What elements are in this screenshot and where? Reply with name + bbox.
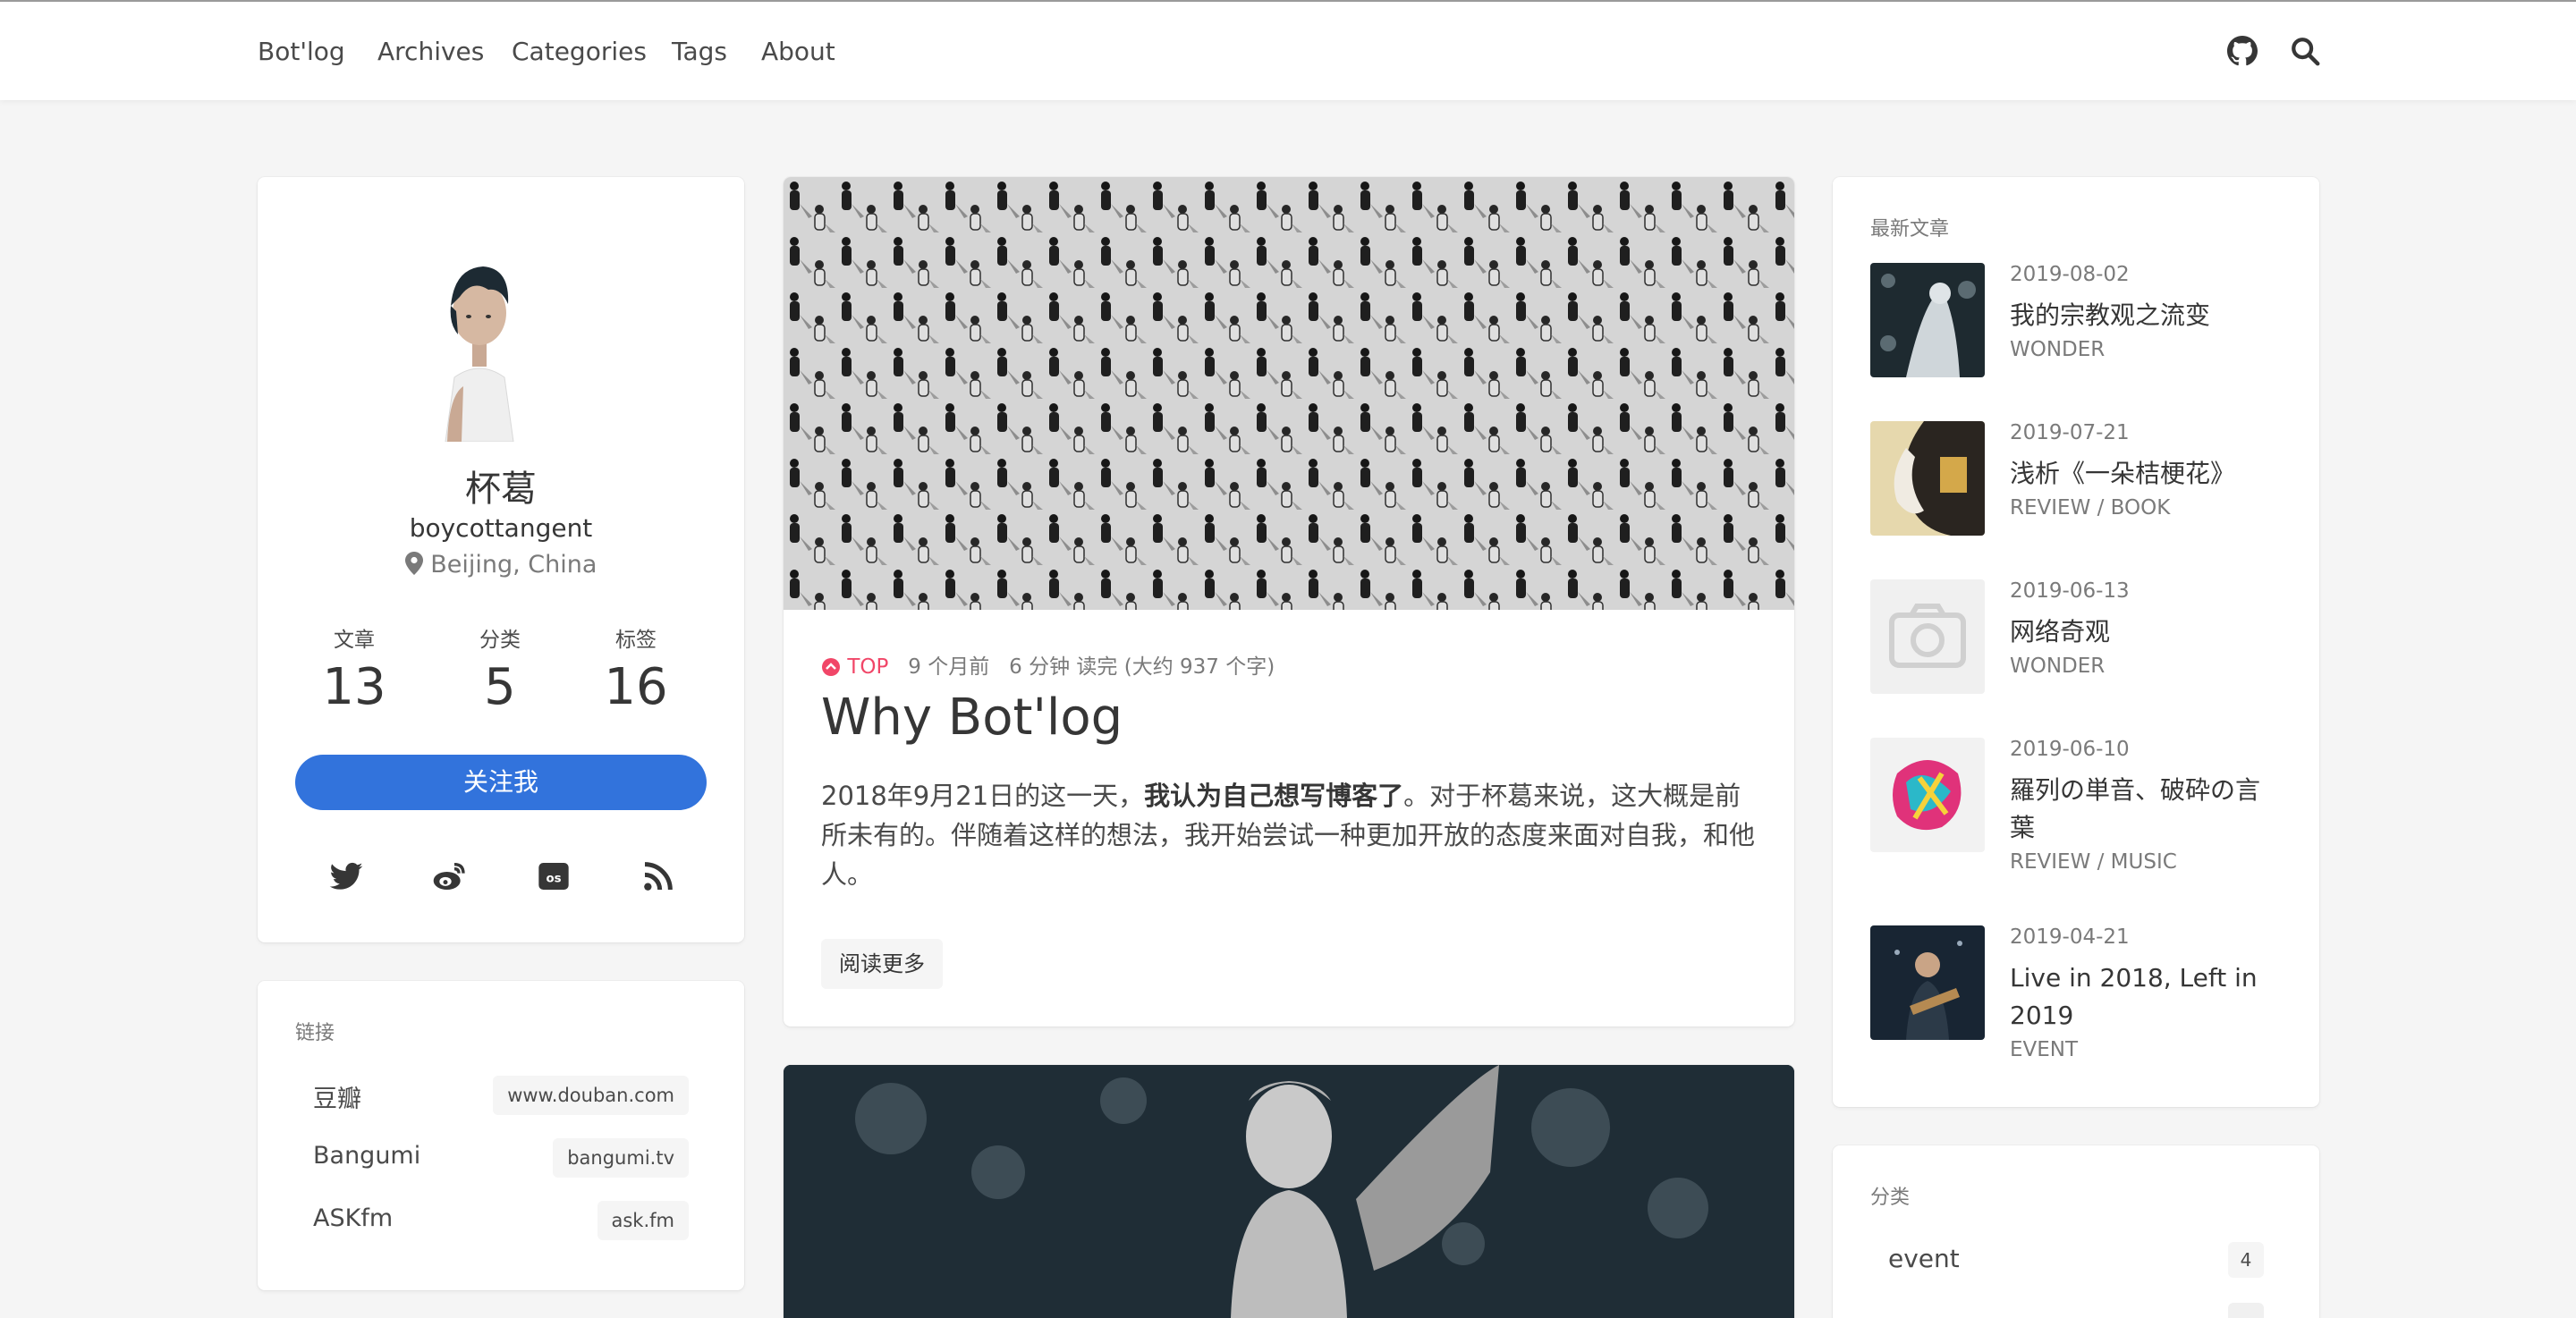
link-url: bangumi.tv xyxy=(553,1138,689,1178)
categories-title: 分类 xyxy=(1870,1187,1911,1209)
article-meta: TOP 9 个月前 6 分钟 读完 (大约 937 个字) xyxy=(821,649,1275,680)
recent-post-item[interactable]: 2019-04-21 Live in 2018, Left in 2019 EV… xyxy=(1870,925,2282,1069)
article-time-ago: 9 个月前 xyxy=(908,655,990,679)
stat-categories[interactable]: 分类 5 xyxy=(446,622,554,716)
recent-post-item[interactable]: 2019-06-10 羅列の単音、破砕の言葉 REVIEW / MUSIC xyxy=(1870,738,2282,881)
stat-label: 分类 xyxy=(479,629,521,652)
camera-placeholder-icon[interactable] xyxy=(1870,579,1985,694)
post-category[interactable]: EVENT xyxy=(2010,1038,2078,1061)
svg-text:os: os xyxy=(546,873,561,886)
category-item-event[interactable]: event 4 xyxy=(1888,1242,2264,1280)
link-url: www.douban.com xyxy=(493,1076,689,1115)
link-url: ask.fm xyxy=(597,1201,689,1240)
article-title[interactable]: Why Bot'log xyxy=(821,689,1123,747)
map-marker-icon xyxy=(404,552,423,575)
post-thumbnail[interactable] xyxy=(1870,738,1985,852)
profile-handle: boycottangent xyxy=(409,513,593,543)
link-douban[interactable]: 豆瓣 www.douban.com xyxy=(313,1076,689,1117)
rss-icon[interactable] xyxy=(640,858,676,894)
twitter-icon[interactable] xyxy=(328,858,364,894)
follow-button[interactable]: 关注我 xyxy=(295,755,707,810)
recent-post-item[interactable]: 2019-08-02 我的宗教观之流变 WONDER xyxy=(1870,263,2282,379)
lastfm-icon[interactable]: os xyxy=(536,858,572,894)
profile-location: Beijing, China xyxy=(258,551,744,579)
weibo-icon[interactable] xyxy=(432,858,468,894)
article-card-2 xyxy=(784,1065,1794,1318)
arrow-up-circle-icon xyxy=(822,658,840,676)
recent-posts-card: 最新文章 2019-08-02 我的宗教观之流变 WONDER 2019-07-… xyxy=(1833,177,2319,1107)
article-excerpt: 2018年9月21日的这一天，我认为自己想写博客了。对于杯葛来说，这大概是前所未… xyxy=(821,776,1760,894)
stat-value: 13 xyxy=(322,658,386,716)
stat-value: 5 xyxy=(484,658,516,716)
excerpt-text: 2018年9月21日的这一天， xyxy=(821,781,1145,811)
post-thumbnail[interactable] xyxy=(1870,925,1985,1040)
article-read-time: 6 分钟 读完 (大约 937 个字) xyxy=(1009,655,1275,679)
article-card: TOP 9 个月前 6 分钟 读完 (大约 937 个字) Why Bot'lo… xyxy=(784,177,1794,1027)
nav-brand[interactable]: Bot'log xyxy=(258,34,345,70)
top-navbar: Bot'log Archives Categories Tags About xyxy=(0,0,2576,100)
category-item[interactable] xyxy=(1888,1303,2264,1318)
link-name: Bangumi xyxy=(313,1142,421,1170)
link-bangumi[interactable]: Bangumi bangumi.tv xyxy=(313,1138,689,1179)
recent-post-item[interactable]: 2019-06-13 网络奇观 WONDER xyxy=(1870,579,2282,696)
excerpt-bold: 我认为自己想写博客了 xyxy=(1144,781,1404,811)
link-name: ASKfm xyxy=(313,1204,394,1232)
nav-categories[interactable]: Categories xyxy=(512,34,647,70)
stat-value: 16 xyxy=(604,658,668,716)
profile-card: 杯葛 boycottangent Beijing, China 文章 13 分类… xyxy=(258,177,744,942)
stat-tags[interactable]: 标签 16 xyxy=(582,622,690,716)
post-date: 2019-07-21 xyxy=(2010,421,2130,444)
read-more-button[interactable]: 阅读更多 xyxy=(821,939,943,989)
article-cover-image[interactable] xyxy=(784,1065,1794,1318)
article-cover-image[interactable] xyxy=(784,177,1794,610)
location-text: Beijing, China xyxy=(430,551,597,579)
post-category[interactable]: REVIEW / BOOK xyxy=(2010,496,2170,520)
nav-archives[interactable]: Archives xyxy=(377,34,484,70)
post-date: 2019-04-21 xyxy=(2010,925,2130,949)
search-icon[interactable] xyxy=(2290,36,2320,66)
links-title: 链接 xyxy=(295,1022,335,1044)
stat-label: 文章 xyxy=(334,629,375,652)
post-title[interactable]: 网络奇观 xyxy=(2010,613,2269,651)
post-date: 2019-06-13 xyxy=(2010,579,2130,603)
top-badge: TOP xyxy=(821,655,895,679)
post-date: 2019-08-02 xyxy=(2010,263,2130,286)
recent-post-item[interactable]: 2019-07-21 浅析《一朵桔梗花》 REVIEW / BOOK xyxy=(1870,421,2282,537)
category-name: event xyxy=(1888,1244,1960,1273)
post-title[interactable]: 羅列の単音、破砕の言葉 xyxy=(2010,772,2269,847)
post-date: 2019-06-10 xyxy=(2010,738,2130,761)
post-thumbnail[interactable] xyxy=(1870,421,1985,536)
post-category[interactable]: REVIEW / MUSIC xyxy=(2010,850,2177,874)
post-title[interactable]: 我的宗教观之流变 xyxy=(2010,297,2269,334)
link-askfm[interactable]: ASKfm ask.fm xyxy=(313,1201,689,1242)
post-category[interactable]: WONDER xyxy=(2010,655,2105,678)
stat-posts[interactable]: 文章 13 xyxy=(301,622,408,716)
github-icon[interactable] xyxy=(2227,36,2258,66)
categories-card: 分类 event 4 xyxy=(1833,1145,2319,1318)
post-title[interactable]: Live in 2018, Left in 2019 xyxy=(2010,959,2269,1035)
top-label: TOP xyxy=(847,655,889,679)
profile-name: 杯葛 xyxy=(465,469,537,510)
link-name: 豆瓣 xyxy=(313,1086,361,1113)
recent-title: 最新文章 xyxy=(1870,218,1950,241)
stat-label: 标签 xyxy=(615,629,657,652)
avatar xyxy=(445,266,514,442)
post-category[interactable]: WONDER xyxy=(2010,338,2105,361)
nav-about[interactable]: About xyxy=(761,34,835,70)
category-count xyxy=(2228,1303,2264,1318)
nav-tags[interactable]: Tags xyxy=(672,34,727,70)
links-card: 链接 豆瓣 www.douban.com Bangumi bangumi.tv … xyxy=(258,981,744,1290)
category-count: 4 xyxy=(2228,1242,2264,1278)
post-title[interactable]: 浅析《一朵桔梗花》 xyxy=(2010,455,2269,493)
post-thumbnail[interactable] xyxy=(1870,263,1985,377)
